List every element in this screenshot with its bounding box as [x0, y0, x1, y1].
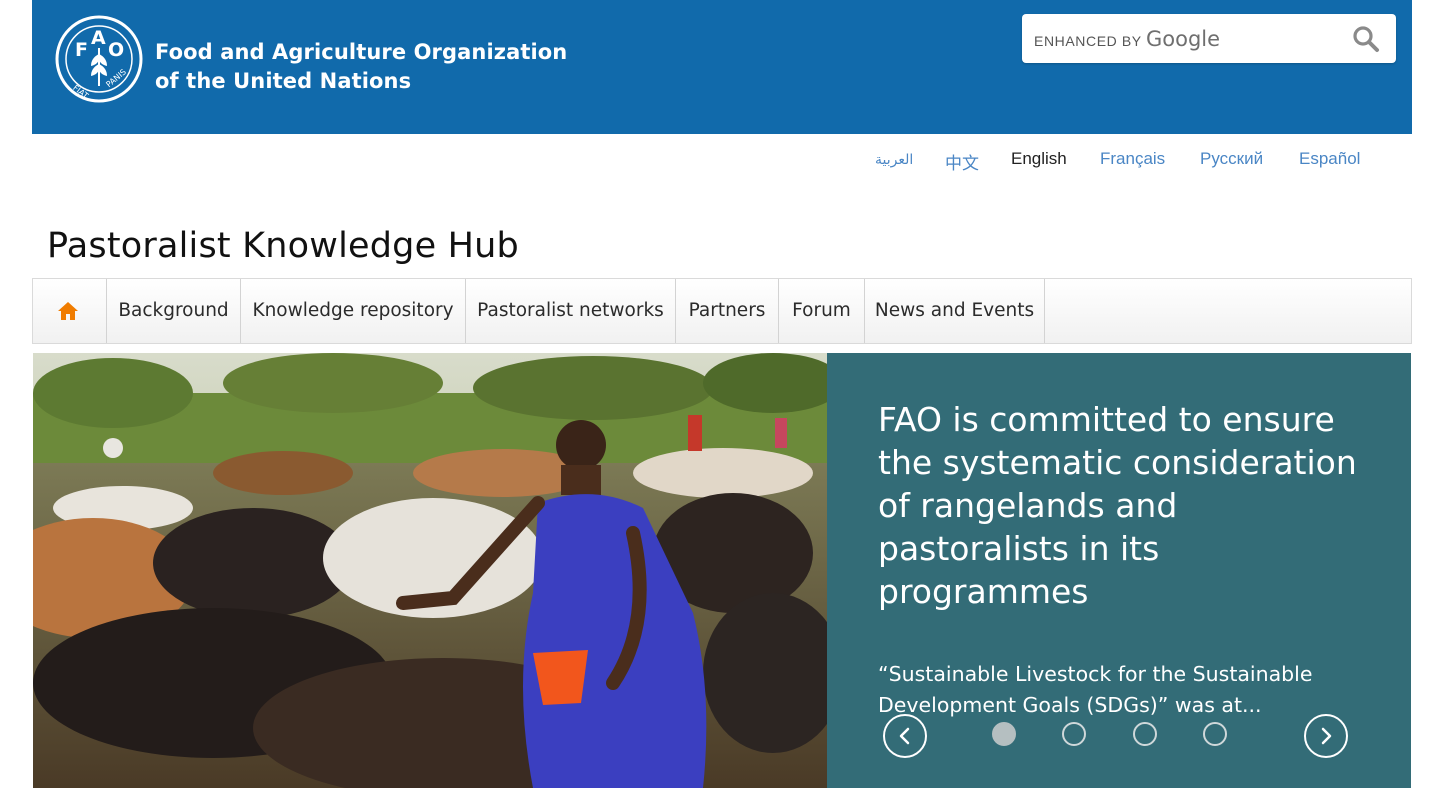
- hero-text-panel: FAO is committed to ensure the systemati…: [827, 353, 1411, 788]
- hero-summary[interactable]: “Sustainable Livestock for the Sustainab…: [878, 659, 1348, 721]
- pastoralist-cattle-image: [33, 353, 827, 788]
- hero-heading[interactable]: FAO is committed to ensure the systemati…: [878, 398, 1378, 613]
- nav-item-forum[interactable]: Forum: [779, 279, 865, 343]
- enhanced-by-label: ENHANCED BY: [1034, 33, 1142, 49]
- carousel-dot-2[interactable]: [1062, 722, 1086, 746]
- fao-logo[interactable]: F A O FIAT PANIS: [54, 14, 144, 104]
- language-russian[interactable]: Русский: [1200, 149, 1263, 169]
- organization-name[interactable]: Food and Agriculture Organization of the…: [155, 38, 567, 96]
- nav-home[interactable]: [33, 279, 107, 343]
- chevron-left-icon: [899, 727, 910, 745]
- google-brand: Google: [1145, 27, 1221, 51]
- hero-photo[interactable]: [33, 353, 827, 788]
- main-navigation: Background Knowledge repository Pastoral…: [32, 278, 1412, 344]
- nav-item-news-and-events[interactable]: News and Events: [865, 279, 1045, 343]
- search-icon[interactable]: [1352, 25, 1380, 53]
- site-header: F A O FIAT PANIS Food and Agriculture Or…: [32, 0, 1412, 134]
- carousel-next-button[interactable]: [1304, 714, 1348, 758]
- org-name-line2: of the United Nations: [155, 69, 412, 93]
- svg-text:PANIS: PANIS: [104, 67, 128, 89]
- carousel-dot-3[interactable]: [1133, 722, 1157, 746]
- svg-text:A: A: [91, 27, 106, 49]
- nav-item-knowledge-repository[interactable]: Knowledge repository: [241, 279, 466, 343]
- language-english[interactable]: English: [1011, 149, 1067, 169]
- language-french[interactable]: Français: [1100, 149, 1165, 169]
- nav-item-background[interactable]: Background: [107, 279, 241, 343]
- carousel-dot-1[interactable]: [992, 722, 1016, 746]
- svg-text:O: O: [108, 39, 124, 61]
- svg-text:F: F: [75, 39, 88, 61]
- org-name-line1: Food and Agriculture Organization: [155, 40, 568, 64]
- language-spanish[interactable]: Español: [1299, 149, 1360, 169]
- language-selector: العربية 中文 English Français Русский Espa…: [0, 149, 1442, 173]
- search-branding: ENHANCED BY Google: [1034, 27, 1220, 51]
- carousel-prev-button[interactable]: [883, 714, 927, 758]
- language-chinese[interactable]: 中文: [945, 149, 979, 174]
- language-arabic[interactable]: العربية: [875, 151, 913, 168]
- page-title[interactable]: Pastoralist Knowledge Hub: [47, 226, 519, 266]
- nav-item-pastoralist-networks[interactable]: Pastoralist networks: [466, 279, 676, 343]
- carousel-dot-4[interactable]: [1203, 722, 1227, 746]
- hero-carousel: FAO is committed to ensure the systemati…: [33, 353, 1411, 788]
- search-box: ENHANCED BY Google: [1022, 14, 1396, 65]
- home-icon: [58, 302, 78, 320]
- nav-item-partners[interactable]: Partners: [676, 279, 779, 343]
- chevron-right-icon: [1321, 727, 1332, 745]
